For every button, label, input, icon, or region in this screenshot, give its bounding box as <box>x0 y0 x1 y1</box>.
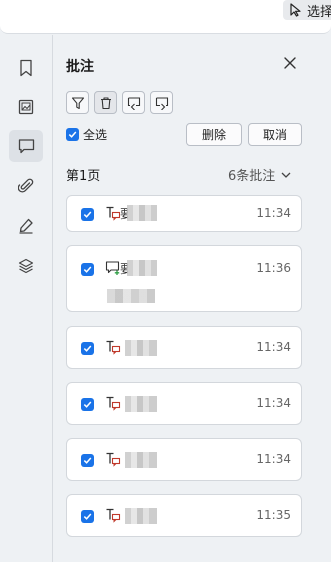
annotation-card[interactable]: 11:35 <box>66 494 302 537</box>
annotation-card[interactable]: 要 11:34 <box>66 195 302 232</box>
checkbox-checked-icon <box>66 128 79 141</box>
close-icon <box>284 57 296 69</box>
sidebar-item-attachments[interactable] <box>9 170 43 202</box>
checkbox-checked-icon[interactable] <box>81 398 94 411</box>
annotation-time: 11:34 <box>256 340 291 354</box>
signature-pen-icon <box>19 218 33 234</box>
checkbox-checked-icon[interactable] <box>81 263 94 276</box>
sidebar-item-thumbnails[interactable] <box>9 91 43 123</box>
annotation-time: 11:34 <box>256 452 291 466</box>
redacted-comment-text <box>107 289 155 303</box>
redacted-author-text <box>125 508 157 524</box>
text-comment-icon <box>106 396 121 411</box>
redacted-author-text <box>127 260 157 276</box>
delete-button[interactable]: 删除 <box>186 123 242 146</box>
export-comments-button[interactable] <box>150 91 173 114</box>
annotation-time: 11:34 <box>256 396 291 410</box>
checkbox-checked-icon[interactable] <box>81 454 94 467</box>
checkbox-checked-icon[interactable] <box>81 208 94 221</box>
text-comment-icon <box>106 206 121 221</box>
text-comment-icon <box>106 452 121 467</box>
checkbox-checked-icon[interactable] <box>81 510 94 523</box>
chevron-down-icon <box>281 172 291 178</box>
text-comment-icon <box>106 340 121 355</box>
delete-mode-button[interactable] <box>94 91 117 114</box>
attachment-icon <box>18 178 34 193</box>
annotation-card[interactable]: 11:34 <box>66 438 302 481</box>
select-all-label: 全选 <box>83 128 108 142</box>
annotation-count[interactable]: 6条批注 <box>228 165 291 184</box>
sidebar-item-bookmarks[interactable] <box>9 52 43 84</box>
top-toolbar: 选择 <box>0 0 331 34</box>
bookmark-icon <box>20 59 32 77</box>
comment-export-icon <box>155 96 168 110</box>
annotation-card[interactable]: 11:34 <box>66 326 302 369</box>
filter-icon <box>71 96 84 109</box>
text-comment-icon <box>106 508 121 523</box>
note-add-icon <box>105 261 120 275</box>
redacted-author-text <box>125 396 157 412</box>
annotation-card[interactable]: 要 11:36 <box>66 245 302 312</box>
annotations-panel: 批注 全选 删除 取消 第1页 6条批注 要 11:34 要 11:36 11:… <box>54 35 331 562</box>
comment-icon <box>18 139 34 154</box>
redacted-author-text <box>125 452 157 468</box>
sidebar-item-comments[interactable] <box>9 130 43 162</box>
layers-icon <box>18 258 34 274</box>
close-panel-button[interactable] <box>280 53 300 73</box>
redacted-author-text <box>127 205 157 221</box>
page-group-label: 第1页 <box>66 169 101 184</box>
annotation-time: 11:36 <box>256 261 291 275</box>
select-tool-label: 选择 <box>307 4 331 20</box>
trash-icon <box>100 96 111 109</box>
redacted-author-text <box>125 340 157 356</box>
filter-button[interactable] <box>66 91 89 114</box>
sidebar-item-layers[interactable] <box>9 250 43 282</box>
cancel-button[interactable]: 取消 <box>248 123 302 146</box>
image-icon <box>18 99 34 115</box>
annotation-count-label: 6条批注 <box>228 169 276 184</box>
annotation-card[interactable]: 11:34 <box>66 382 302 425</box>
comment-import-icon <box>127 96 140 110</box>
import-comments-button[interactable] <box>122 91 145 114</box>
select-tool-button[interactable]: 选择 <box>283 0 331 20</box>
select-all-checkbox[interactable]: 全选 <box>66 126 107 143</box>
annotation-time: 11:34 <box>256 206 291 220</box>
cursor-arrow-icon <box>290 3 301 17</box>
sidebar-item-signature[interactable] <box>9 210 43 242</box>
annotation-time: 11:35 <box>256 508 291 522</box>
checkbox-checked-icon[interactable] <box>81 342 94 355</box>
panel-title: 批注 <box>66 59 94 75</box>
left-sidebar <box>0 35 53 562</box>
